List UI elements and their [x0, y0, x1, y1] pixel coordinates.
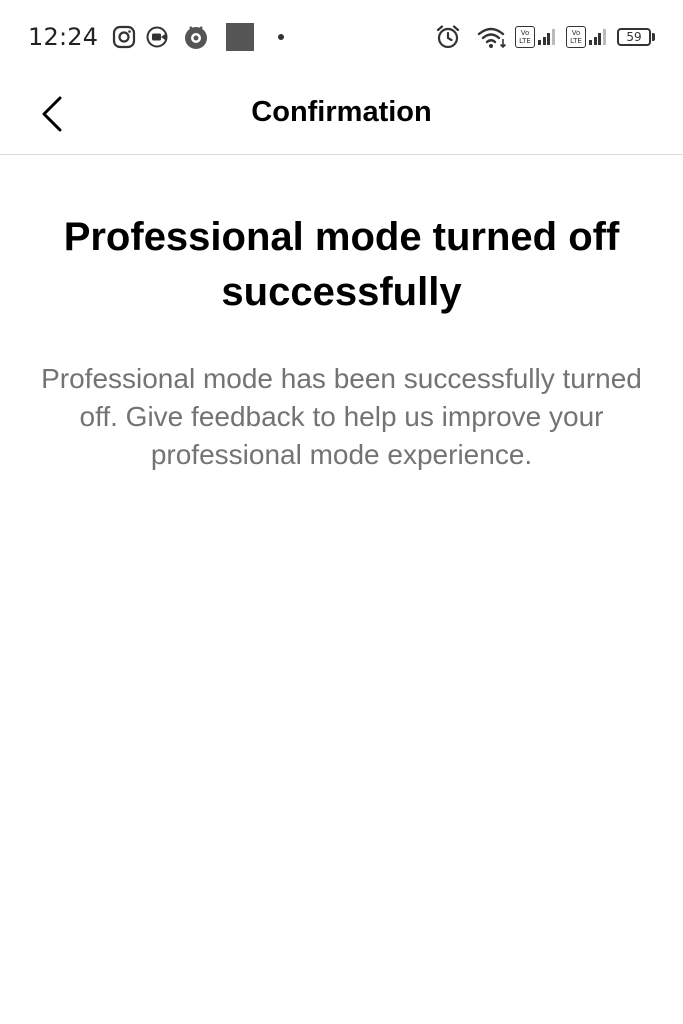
app-header: Confirmation	[0, 74, 683, 155]
status-time: 12:24	[28, 23, 99, 51]
status-right: Vo LTE Vo LTE 59	[435, 24, 655, 50]
battery-icon: 59	[617, 28, 655, 46]
signal-icon-2	[589, 29, 607, 45]
volte-icon-2: Vo LTE	[566, 26, 586, 48]
battery-level: 59	[617, 28, 651, 46]
status-bar: 12:24 Vo LTE Vo LTE 59	[0, 0, 683, 74]
confirmation-headline: Professional mode turned off successfull…	[63, 215, 620, 314]
gallery-thumbnail	[226, 23, 255, 51]
video-call-icon	[146, 25, 172, 49]
alarm-icon	[435, 24, 461, 50]
more-notifications-dot	[278, 34, 285, 40]
wifi-icon	[477, 25, 507, 49]
confirmation-description: Professional mode has been successfully …	[41, 363, 642, 470]
page-title: Confirmation	[251, 96, 432, 128]
app-notification-icon	[182, 23, 210, 51]
status-left: 12:24	[28, 23, 285, 51]
instagram-icon	[112, 25, 136, 49]
signal-icon	[538, 29, 556, 45]
confirmation-content: Professional mode turned off successfull…	[30, 210, 653, 474]
battery-tip	[652, 33, 655, 41]
volte-icon: Vo LTE	[515, 26, 535, 48]
